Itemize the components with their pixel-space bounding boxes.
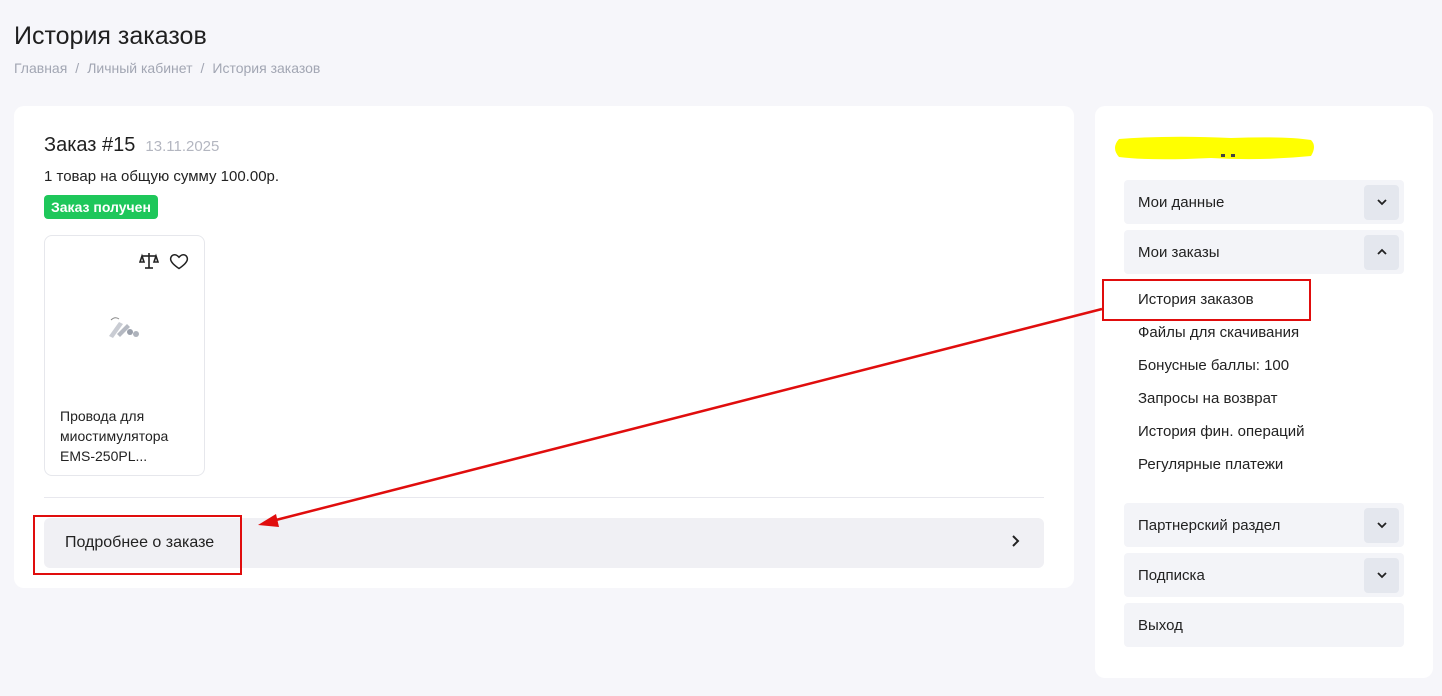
product-image[interactable]	[105, 314, 143, 342]
submenu-item-order-history[interactable]: История заказов	[1138, 290, 1305, 323]
chevron-up-icon[interactable]	[1364, 234, 1399, 270]
order-details-button[interactable]: Подробнее о заказе	[44, 518, 1044, 568]
breadcrumb-home[interactable]: Главная	[14, 60, 67, 76]
logout-label: Выход	[1138, 616, 1183, 634]
menu-group-partner[interactable]: Партнерский раздел	[1124, 503, 1404, 547]
compare-icon[interactable]	[138, 250, 160, 272]
submenu-item-bonus-points[interactable]: Бонусные баллы: 100	[1138, 356, 1305, 389]
order-header: Заказ #15 13.11.2025	[44, 134, 219, 157]
chevron-down-icon[interactable]	[1364, 557, 1399, 593]
menu-group-subscription[interactable]: Подписка	[1124, 553, 1404, 597]
order-card: Заказ #15 13.11.2025 1 товар на общую су…	[14, 106, 1074, 588]
submenu-item-returns[interactable]: Запросы на возврат	[1138, 389, 1305, 422]
breadcrumb: Главная / Личный кабинет / История заказ…	[14, 60, 320, 76]
menu-group-label: Подписка	[1138, 566, 1205, 584]
chevron-right-icon	[1010, 534, 1022, 553]
submenu-item-recurring-payments[interactable]: Регулярные платежи	[1138, 455, 1305, 488]
product-name[interactable]: Провода для миостимулятора EMS-250PL...	[60, 406, 195, 466]
account-sidebar: Мои данные Мои заказы История заказов Фа…	[1095, 106, 1433, 678]
page-title: История заказов	[14, 22, 207, 50]
heart-icon[interactable]	[168, 250, 190, 272]
order-title: Заказ #15	[44, 134, 136, 156]
logout-button[interactable]: Выход	[1124, 603, 1404, 647]
menu-group-my-data[interactable]: Мои данные	[1124, 180, 1404, 224]
breadcrumb-current: История заказов	[212, 60, 321, 76]
submenu-item-downloads[interactable]: Файлы для скачивания	[1138, 323, 1305, 356]
order-date: 13.11.2025	[145, 138, 220, 155]
menu-group-label: Партнерский раздел	[1138, 516, 1281, 534]
menu-group-my-orders[interactable]: Мои заказы	[1124, 230, 1404, 274]
order-summary: 1 товар на общую сумму 100.00р.	[44, 168, 280, 185]
breadcrumb-account[interactable]: Личный кабинет	[87, 60, 192, 76]
product-tile[interactable]: Провода для миостимулятора EMS-250PL...	[44, 235, 205, 476]
menu-group-label: Мои заказы	[1138, 243, 1220, 261]
redaction-mark	[1115, 136, 1314, 160]
chevron-down-icon[interactable]	[1364, 507, 1399, 543]
breadcrumb-separator: /	[200, 60, 205, 76]
chevron-down-icon[interactable]	[1364, 184, 1399, 220]
order-details-label: Подробнее о заказе	[65, 534, 215, 551]
submenu-item-finance-history[interactable]: История фин. операций	[1138, 422, 1305, 455]
breadcrumb-separator: /	[75, 60, 80, 76]
divider	[44, 497, 1044, 498]
menu-group-label: Мои данные	[1138, 193, 1225, 211]
status-badge: Заказ получен	[44, 195, 158, 219]
tile-actions	[138, 250, 190, 272]
orders-submenu: История заказов Файлы для скачивания Бон…	[1138, 290, 1305, 488]
